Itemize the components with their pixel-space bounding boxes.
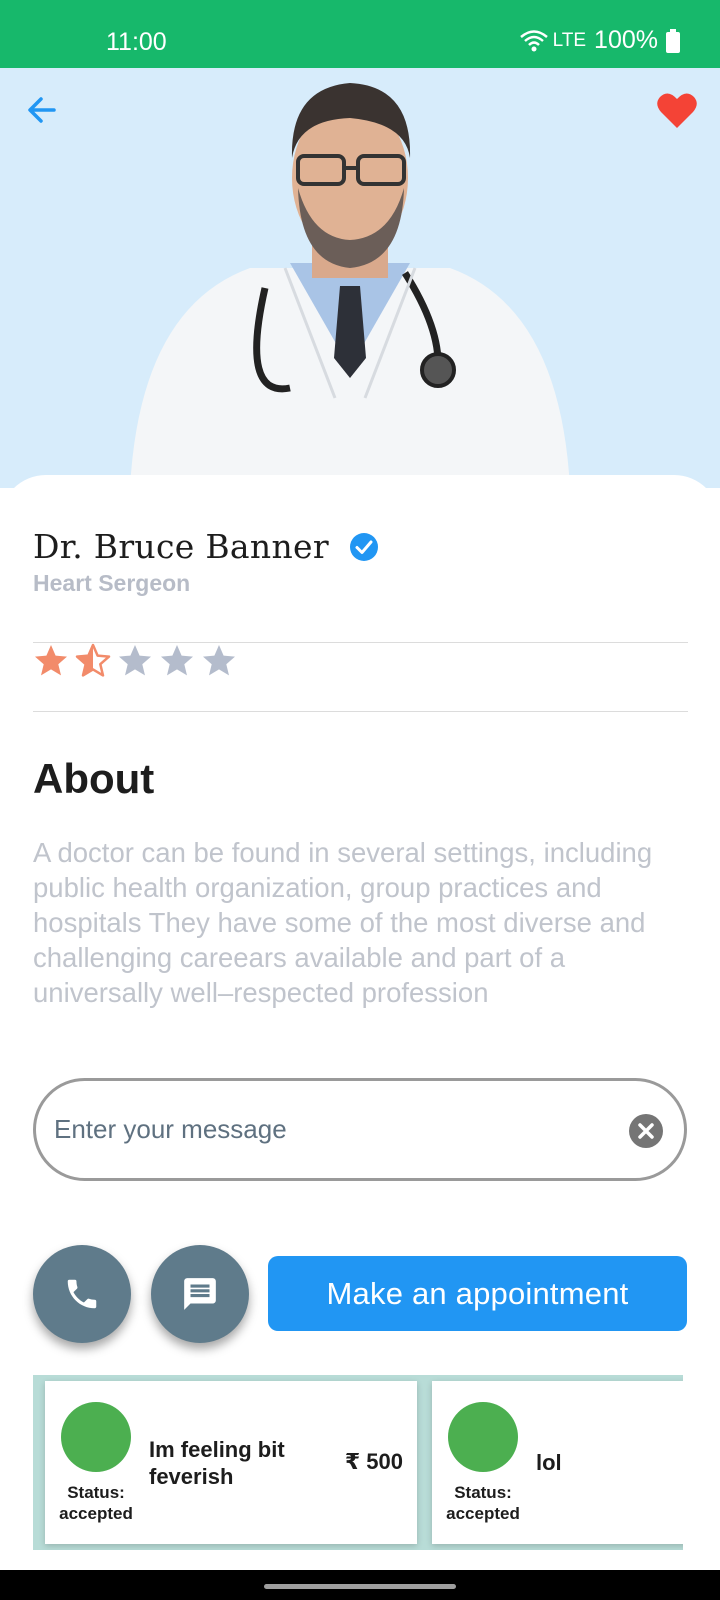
star-filled-icon <box>35 645 67 676</box>
status-bar: 11:00 LTE 100% <box>0 0 720 68</box>
appointment-status: Status: accepted <box>446 1483 520 1523</box>
battery-icon <box>666 28 680 53</box>
arrow-left-icon[interactable] <box>24 92 60 128</box>
appointment-card[interactable]: Status: accepted Im feeling bit feverish… <box>45 1381 417 1544</box>
about-title: About <box>33 755 155 802</box>
call-button[interactable] <box>33 1245 131 1343</box>
chat-icon <box>184 1278 216 1310</box>
appointment-status: Status: accepted <box>59 1483 133 1523</box>
about-text: A doctor can be found in several setting… <box>33 837 653 1008</box>
system-nav-bar <box>0 1570 720 1600</box>
clear-circle-icon[interactable] <box>628 1113 664 1149</box>
status-indicators: LTE 100% <box>519 26 680 55</box>
star-rating <box>33 643 237 679</box>
appointment-price: ₹ 500 <box>344 1449 403 1474</box>
appointment-description: lol <box>536 1450 562 1475</box>
network-type: LTE <box>552 29 587 51</box>
star-empty-icon <box>161 645 193 676</box>
make-appointment-button[interactable]: Make an appointment <box>268 1256 687 1331</box>
star-half-icon <box>75 643 111 677</box>
avatar <box>61 1402 131 1472</box>
divider <box>33 711 688 712</box>
phone-icon <box>67 1279 97 1309</box>
wifi-icon <box>519 29 548 51</box>
heart-icon[interactable] <box>656 90 698 130</box>
star-empty-icon <box>203 645 235 676</box>
appointment-list[interactable]: Status: accepted Im feeling bit feverish… <box>33 1375 683 1550</box>
chat-button[interactable] <box>151 1245 249 1343</box>
doctor-specialty: Heart Sergeon <box>33 570 191 596</box>
message-field[interactable] <box>33 1078 687 1181</box>
doctor-name-row: Dr. Bruce Banner <box>33 527 379 566</box>
home-handle[interactable] <box>264 1584 456 1589</box>
verified-check-icon <box>349 532 378 561</box>
battery-percent: 100% <box>594 26 658 54</box>
appointment-card[interactable]: Status: accepted lol <box>432 1381 683 1544</box>
star-empty-icon <box>119 645 151 676</box>
avatar <box>448 1402 518 1472</box>
doctor-hero <box>0 68 720 488</box>
doctor-name: Dr. Bruce Banner <box>33 527 329 566</box>
message-input[interactable] <box>54 1081 594 1178</box>
doctor-photo <box>130 83 570 488</box>
appointment-description: Im feeling bit feverish <box>149 1437 285 1489</box>
status-time: 11:00 <box>106 28 167 56</box>
